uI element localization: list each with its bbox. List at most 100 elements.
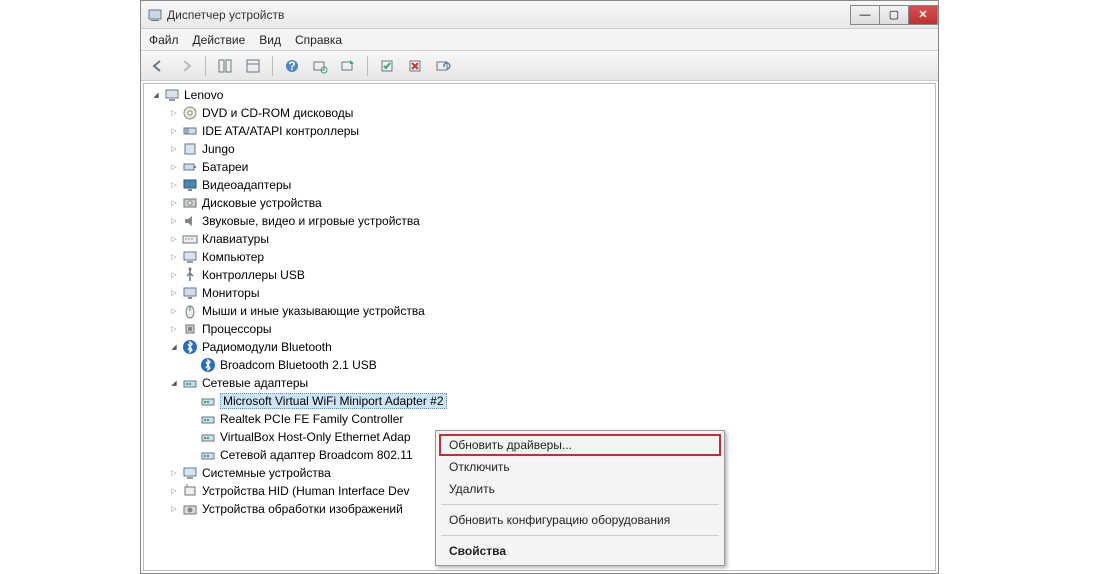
expand-icon[interactable] <box>168 269 180 281</box>
menubar: Файл Действие Вид Справка <box>141 29 938 51</box>
expand-icon[interactable] <box>168 503 180 515</box>
tree-node[interactable]: Broadcom Bluetooth 2.1 USB <box>184 356 931 374</box>
expand-icon[interactable] <box>168 143 180 155</box>
expand-icon[interactable] <box>168 107 180 119</box>
menu-help[interactable]: Справка <box>295 33 342 47</box>
menu-file[interactable]: Файл <box>149 33 179 47</box>
separator <box>272 56 273 76</box>
scan-button[interactable] <box>309 55 331 77</box>
expand-icon[interactable] <box>168 287 180 299</box>
context-rescan[interactable]: Обновить конфигурацию оборудования <box>439 509 721 531</box>
tree-node-label: Батареи <box>202 160 248 174</box>
tree-node[interactable]: Дисковые устройства <box>166 194 931 212</box>
tree-node[interactable]: Контроллеры USB <box>166 266 931 284</box>
tree-root[interactable]: Lenovo <box>148 86 931 104</box>
toolbar: ? <box>141 51 938 81</box>
ide-icon <box>182 123 198 139</box>
expand-icon[interactable] <box>168 125 180 137</box>
forward-button[interactable] <box>175 55 197 77</box>
menu-separator <box>441 504 719 505</box>
expand-icon[interactable] <box>168 305 180 317</box>
disc-icon <box>182 105 198 121</box>
tree-node-label: Мониторы <box>202 286 259 300</box>
expand-icon[interactable] <box>168 485 180 497</box>
app-icon <box>147 7 163 23</box>
cpu-icon <box>182 321 198 337</box>
expand-icon[interactable] <box>168 179 180 191</box>
tree-node-label: Процессоры <box>202 322 272 336</box>
menu-action[interactable]: Действие <box>193 33 246 47</box>
tree-node-label: Realtek PCIe FE Family Controller <box>220 412 403 426</box>
tree-node-label: Компьютер <box>202 250 264 264</box>
mouse-icon <box>182 303 198 319</box>
expand-icon[interactable] <box>168 251 180 263</box>
tree-node[interactable]: IDE ATA/ATAPI контроллеры <box>166 122 931 140</box>
context-update-drivers[interactable]: Обновить драйверы... <box>439 434 721 456</box>
tree-node[interactable]: Видеоадаптеры <box>166 176 931 194</box>
window-controls: — ▢ ✕ <box>851 5 938 25</box>
tree-node[interactable]: Батареи <box>166 158 931 176</box>
tree-node-label: IDE ATA/ATAPI контроллеры <box>202 124 359 138</box>
network-icon <box>200 393 216 409</box>
expand-icon[interactable] <box>168 323 180 335</box>
scan-hardware-button[interactable] <box>432 55 454 77</box>
uninstall-button[interactable] <box>404 55 426 77</box>
expand-icon[interactable] <box>168 215 180 227</box>
tree-node-label: DVD и CD-ROM дисководы <box>202 106 353 120</box>
context-properties[interactable]: Свойства <box>439 540 721 562</box>
context-menu: Обновить драйверы... Отключить Удалить О… <box>435 430 725 566</box>
tree-node-label: Broadcom Bluetooth 2.1 USB <box>220 358 377 372</box>
separator <box>367 56 368 76</box>
expand-icon[interactable] <box>168 467 180 479</box>
bluetooth-icon <box>182 339 198 355</box>
properties-button[interactable] <box>242 55 264 77</box>
tree-node[interactable]: DVD и CD-ROM дисководы <box>166 104 931 122</box>
tree-node-label: Мыши и иные указывающие устройства <box>202 304 425 318</box>
maximize-button[interactable]: ▢ <box>879 5 909 25</box>
expand-icon[interactable] <box>168 377 180 389</box>
context-delete[interactable]: Удалить <box>439 478 721 500</box>
computer-icon <box>182 465 198 481</box>
back-button[interactable] <box>147 55 169 77</box>
network-icon <box>200 429 216 445</box>
minimize-button[interactable]: — <box>850 5 880 25</box>
tree-node-label: Сетевой адаптер Broadcom 802.11 <box>220 448 413 462</box>
close-button[interactable]: ✕ <box>908 5 938 25</box>
audio-icon <box>182 213 198 229</box>
tree-root-label: Lenovo <box>184 88 223 102</box>
tree-node[interactable]: Microsoft Virtual WiFi Miniport Adapter … <box>184 392 931 410</box>
tree-node[interactable]: Мыши и иные указывающие устройства <box>166 302 931 320</box>
computer-icon <box>164 87 180 103</box>
tree-node[interactable]: Процессоры <box>166 320 931 338</box>
tree-node[interactable]: Сетевые адаптеры <box>166 374 931 392</box>
battery-icon <box>182 159 198 175</box>
menu-view[interactable]: Вид <box>259 33 281 47</box>
monitor-icon <box>182 285 198 301</box>
tree-node[interactable]: Компьютер <box>166 248 931 266</box>
network-icon <box>200 447 216 463</box>
context-disable[interactable]: Отключить <box>439 456 721 478</box>
show-hide-tree-button[interactable] <box>214 55 236 77</box>
tree-node[interactable]: Звуковые, видео и игровые устройства <box>166 212 931 230</box>
tree-node[interactable]: Клавиатуры <box>166 230 931 248</box>
expand-icon[interactable] <box>168 233 180 245</box>
expand-icon[interactable] <box>150 89 162 101</box>
tree-node-label: Контроллеры USB <box>202 268 305 282</box>
tree-node[interactable]: Jungo <box>166 140 931 158</box>
tree-node-label: Microsoft Virtual WiFi Miniport Adapter … <box>220 393 447 409</box>
tree-node[interactable]: Мониторы <box>166 284 931 302</box>
expand-icon[interactable] <box>168 341 180 353</box>
separator <box>205 56 206 76</box>
expand-icon[interactable] <box>168 197 180 209</box>
tree-node[interactable]: Радиомодули Bluetooth <box>166 338 931 356</box>
tree-node-label: Клавиатуры <box>202 232 269 246</box>
expand-icon[interactable] <box>168 161 180 173</box>
enable-button[interactable] <box>376 55 398 77</box>
tree-node-label: Системные устройства <box>202 466 331 480</box>
tree-node-label: Радиомодули Bluetooth <box>202 340 332 354</box>
help-button[interactable]: ? <box>281 55 303 77</box>
update-driver-button[interactable] <box>337 55 359 77</box>
tree-node[interactable]: Realtek PCIe FE Family Controller <box>184 410 931 428</box>
svg-text:?: ? <box>288 59 295 73</box>
tree-node-label: Видеоадаптеры <box>202 178 291 192</box>
